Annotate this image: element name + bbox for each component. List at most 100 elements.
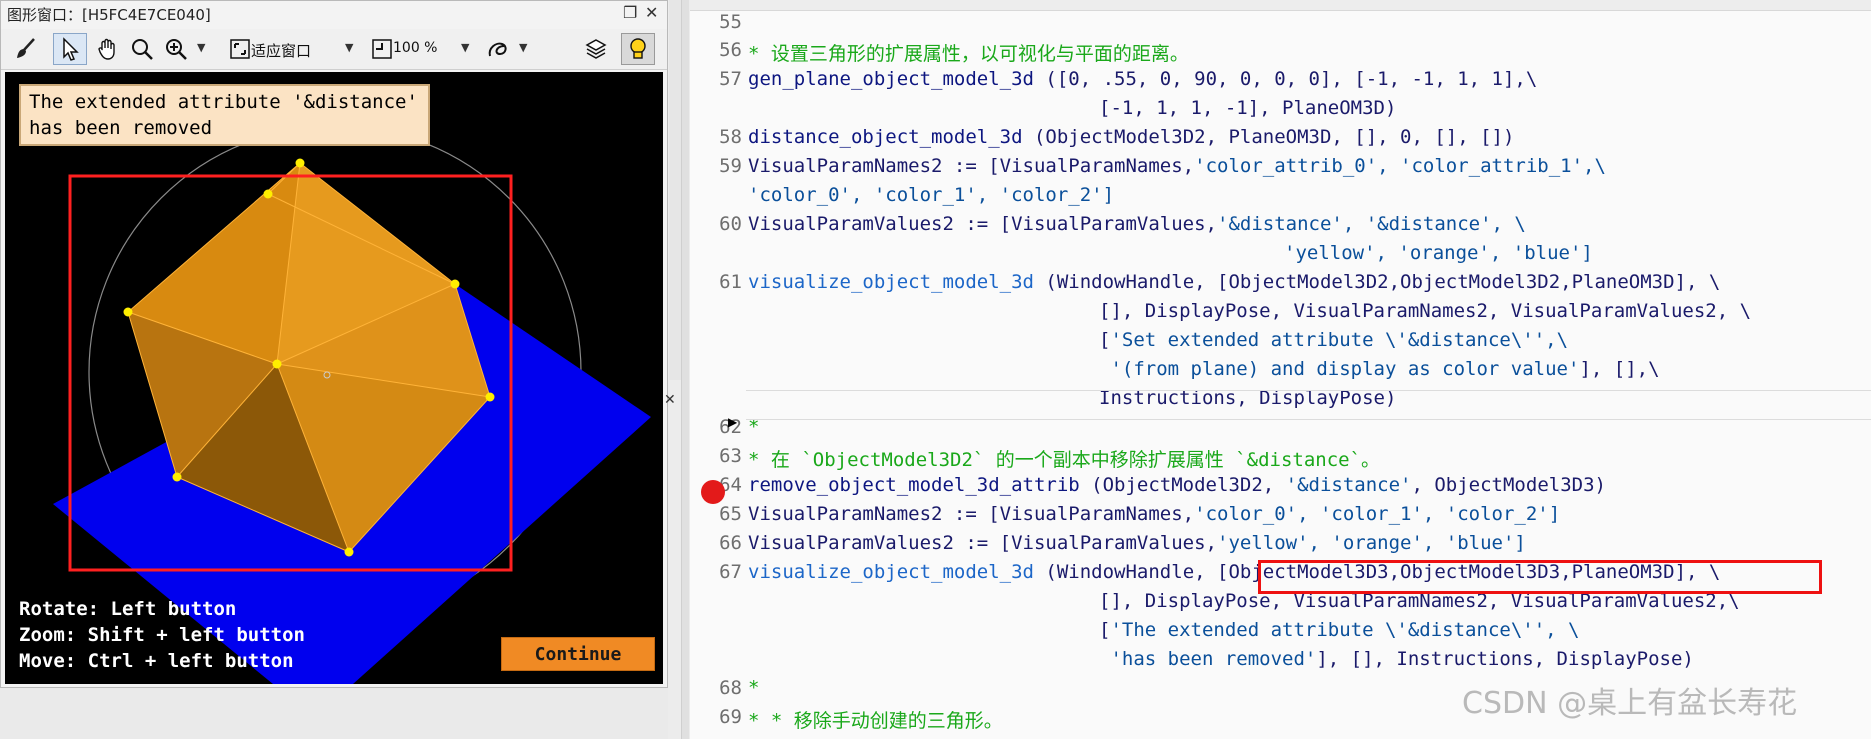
code-line: ['The extended attribute \'&distance\'',… [1099,619,1579,641]
code-token: distance_object_model_3d [748,126,1034,148]
line-number: 69 [719,706,742,728]
code-line: visualize_object_model_3d (WindowHandle,… [748,271,1720,293]
line-number: 58 [719,126,742,148]
message-line: has been removed [29,117,213,139]
code-token: [], DisplayPose, VisualParamNames2, Visu… [1099,300,1752,322]
pan-hand-icon[interactable] [91,33,125,65]
zoom-in-icon[interactable] [159,33,193,65]
graphics-toolbar: ▼ 适应窗口 ▼ 100 % ▼ ▼ [1,29,667,70]
graphics-window: 图形窗口：[H5FC4E7CE040] ❐ ✕ ▼ 适应窗口 ▼ 100 % ▼ [0,0,668,688]
code-token: 'Set extended attribute \'&distance\'',\ [1110,329,1569,351]
line-number: 60 [719,213,742,235]
splitter[interactable] [669,0,681,380]
code-line: VisualParamNames2 := [VisualParamNames,'… [748,503,1560,525]
splitter[interactable] [681,0,689,739]
code-token: (ObjectModel3D2, [1091,474,1286,496]
lower-panel [0,688,668,739]
code-token: remove_object_model_3d_attrib [748,474,1092,496]
code-editor[interactable]: 55 56 * 设置三角形的扩展属性，以可视化与平面的距离。 57 gen_plane_… [690,0,1871,739]
watermark: CSDN @桌上有盆长寿花 [1462,686,1798,721]
code-line: gen_plane_object_model_3d ([0, .55, 0, 9… [748,68,1537,90]
line-number: 55 [719,11,742,33]
zoom-percent-select[interactable]: 100 % [393,40,437,56]
instruction-move: Move: Ctrl + left button [19,650,294,672]
pointer-icon[interactable] [53,33,87,65]
code-token: 'color_attrib_0', 'color_attrib_1',\ [1194,155,1606,177]
code-token: ], [], Instructions, DisplayPose) [1316,648,1694,670]
close-icon[interactable]: ✕ [664,392,676,408]
line-number: 61 [719,271,742,293]
window-title: 图形窗口：[H5FC4E7CE040] [7,6,211,24]
message-line: The extended attribute '&distance' [29,91,418,113]
code-token: gen_plane_object_model_3d [748,68,1046,90]
code-line: [-1, 1, 1, -1], PlaneOM3D) [1099,97,1396,119]
current-line-highlight [746,390,1871,420]
graphics-canvas[interactable]: The extended attribute '&distance' has b… [5,72,663,684]
code-line: 'has been removed'], [], Instructions, D… [1099,648,1694,670]
code-token: 'has been removed' [1099,648,1317,670]
editor-toolbar [690,0,1871,11]
code-token: 'The extended attribute \'&distance\'', … [1110,619,1580,641]
code-token: '&distance', '&distance', \ [1217,213,1526,235]
zoom-mode-chevron-down-icon[interactable]: ▼ [345,41,353,54]
line-number: 66 [719,532,742,554]
code-token: 'yellow', 'orange', 'blue'] [1284,242,1593,264]
code-token: '(from plane) and display as color value… [1099,358,1580,380]
code-token: VisualParamValues2 := [VisualParamValues… [748,213,1217,235]
magnifier-icon[interactable] [125,33,159,65]
code-line: [], DisplayPose, VisualParamNames2, Visu… [1099,300,1751,322]
code-token: VisualParamNames2 := [VisualParamNames, [748,155,1195,177]
continue-button[interactable]: Continue [501,637,655,671]
code-token: * [748,677,760,699]
code-token: visualize_object_model_3d [748,271,1046,293]
code-line: '(from plane) and display as color value… [1099,358,1660,380]
line-number: 56 [719,39,742,61]
code-line: 'color_0', 'color_1', 'color_2'] [748,184,1114,206]
close-icon[interactable]: ✕ [645,3,658,22]
layers-icon[interactable] [579,33,613,65]
code-line: VisualParamValues2 := [VisualParamValues… [748,532,1526,554]
code-token: [ [1099,329,1111,351]
3d-scene [53,125,651,684]
line-number: 65 [719,503,742,525]
line-number: 57 [719,68,742,90]
code-line: distance_object_model_3d (ObjectModel3D2… [748,126,1514,148]
code-token: (WindowHandle, [ObjectModel3D2,ObjectMod… [1045,271,1721,293]
line-number: 63 [719,445,742,467]
code-token: , ObjectModel3D3) [1411,474,1606,496]
program-counter-arrow-icon: ▶ [728,415,738,429]
code-token: VisualParamNames2 := [VisualParamNames, [748,503,1195,525]
annotation-box [1258,560,1822,594]
code-token: 'yellow', 'orange', 'blue'] [1217,532,1526,554]
line-number: 59 [719,155,742,177]
message-box: The extended attribute '&distance' has b… [19,84,430,146]
code-token: [ [1099,619,1111,641]
code-line: * [748,677,759,699]
instruction-zoom: Zoom: Shift + left button [19,624,305,646]
instructions: Rotate: Left button Zoom: Shift + left b… [19,596,305,674]
code-token: * 设置三角形的扩展属性，以可视化与平面的距离。 [748,43,1189,65]
draw-mode-chevron-down-icon[interactable]: ▼ [519,41,527,54]
code-line: * * 移除手动创建的三角形。 [748,706,1003,733]
code-token: [-1, 1, 1, -1], PlaneOM3D) [1099,97,1397,119]
code-line: VisualParamNames2 := [VisualParamNames,'… [748,155,1606,177]
code-token: (ObjectModel3D2, PlaneOM3D, [], 0, [], [… [1033,126,1515,148]
code-token: * 在 `ObjectModel3D2` 的一个副本中移除扩展属性 `&dist… [748,449,1381,471]
code-token: '&distance' [1285,474,1412,496]
zoom-dropdown-chevron-down-icon[interactable]: ▼ [197,41,205,54]
code-line: ['Set extended attribute \'&distance\'',… [1099,329,1568,351]
clear-brush-icon[interactable] [9,33,43,65]
code-token: 'color_0', 'color_1', 'color_2'] [1194,503,1561,525]
lightbulb-icon[interactable] [621,33,655,65]
code-line: 'yellow', 'orange', 'blue'] [1284,242,1593,264]
code-line: VisualParamValues2 := [VisualParamValues… [748,213,1526,235]
line-number: 68 [719,677,742,699]
breakpoint-icon[interactable] [701,480,725,504]
zoom-percent-chevron-down-icon[interactable]: ▼ [461,41,469,54]
code-token: ], [],\ [1579,358,1660,380]
code-line: * 设置三角形的扩展属性，以可视化与平面的距离。 [748,39,1189,66]
zoom-mode-select[interactable]: 适应窗口 [251,40,311,61]
draw-mode-icon[interactable] [483,33,517,65]
code-token: * * 移除手动创建的三角形。 [748,710,1003,732]
restore-window-icon[interactable]: ❐ [623,3,637,22]
